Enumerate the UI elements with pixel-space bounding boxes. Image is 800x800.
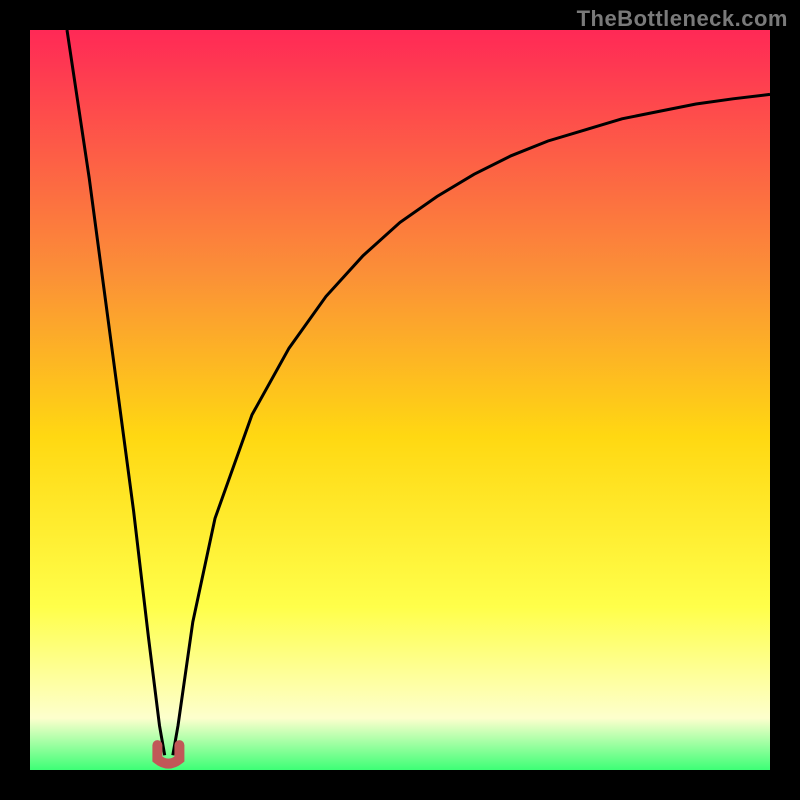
plot-svg [0,0,800,800]
frame-bottom [0,770,800,800]
watermark-text: TheBottleneck.com [577,6,788,32]
frame-left [0,0,30,800]
frame-right [770,0,800,800]
gradient-background [30,30,770,770]
chart-stage: TheBottleneck.com [0,0,800,800]
plot-area [0,0,800,800]
